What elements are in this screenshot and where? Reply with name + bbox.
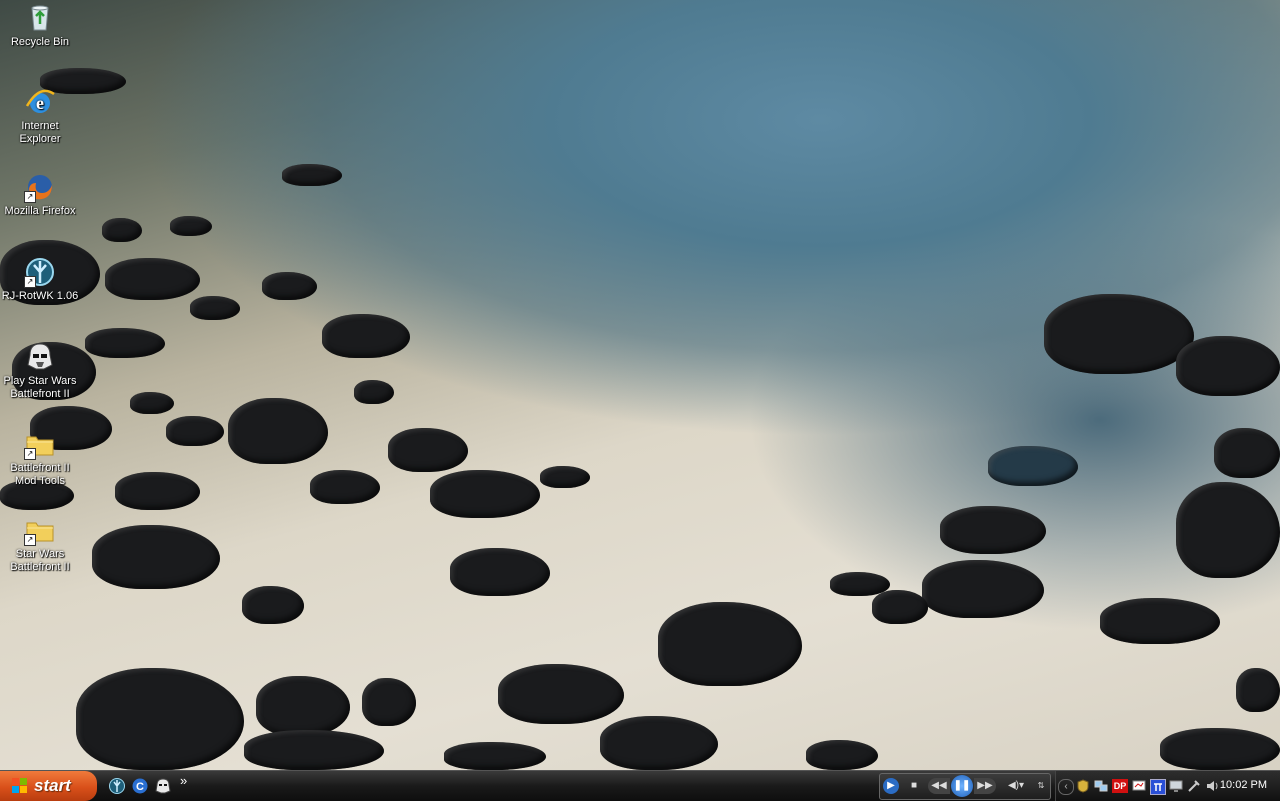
start-button[interactable]: start: [0, 771, 97, 801]
desktop-icon-recycle-bin[interactable]: Recycle Bin: [0, 2, 80, 49]
recycle-bin-icon: [24, 2, 56, 34]
desktop-icon-label: Mozilla Firefox: [4, 205, 76, 217]
shortcut-arrow-icon: ↗: [24, 534, 36, 546]
taskbar-clock[interactable]: 10:02 PM: [1220, 779, 1267, 791]
network-icon[interactable]: [1094, 779, 1108, 793]
desktop-icon-label: Recycle Bin: [10, 36, 70, 48]
volume-icon[interactable]: ◀)▾: [1002, 778, 1030, 794]
stormtrooper-quicklaunch-icon[interactable]: [154, 777, 172, 795]
wallpaper-rock: [540, 466, 590, 488]
wallpaper-rock: [115, 472, 200, 510]
shortcut-arrow-icon: ↗: [24, 276, 36, 288]
speaker-icon[interactable]: [1205, 779, 1219, 793]
tray-expand-icon[interactable]: ‹: [1058, 779, 1074, 795]
desktop-icon-rj-rotwk[interactable]: ↗ RJ-RotWK 1.06: [0, 256, 80, 303]
desktop-icon-mozilla-firefox[interactable]: ↗ Mozilla Firefox: [0, 171, 80, 218]
stop-icon[interactable]: ■: [907, 778, 921, 794]
taskbar[interactable]: start C » ▶ ■ ◀◀ ❚❚ ▶▶ ◀)▾ ⇅ ‹ DP 10:02 …: [0, 770, 1280, 801]
wallpaper-rock: [102, 218, 142, 242]
wallpaper-rock: [1236, 668, 1280, 712]
wallpaper-rock: [105, 258, 200, 300]
shortcut-arrow-icon: ↗: [24, 448, 36, 460]
wallpaper-rock: [130, 392, 174, 414]
folder-icon: ↗: [24, 514, 56, 546]
media-player-toolbar[interactable]: ▶ ■ ◀◀ ❚❚ ▶▶ ◀)▾ ⇅: [879, 773, 1051, 800]
wallpaper-rock: [170, 216, 212, 236]
wallpaper-rock: [85, 328, 165, 358]
stormtrooper-helmet-icon: [24, 341, 56, 373]
folder-icon: ↗: [24, 428, 56, 460]
wallpaper-rock: [940, 506, 1046, 554]
windows-logo-icon: [12, 778, 28, 794]
monitor-icon[interactable]: [1169, 779, 1183, 793]
wallpaper-rock: [388, 428, 468, 472]
wallpaper-rock: [922, 560, 1044, 618]
internet-explorer-icon: e: [24, 86, 56, 118]
desktop-icon-star-wars-battlefront-ii[interactable]: ↗ Star Wars Battlefront II: [0, 514, 80, 574]
previous-icon[interactable]: ◀◀: [928, 778, 950, 794]
shortcut-arrow-icon: ↗: [24, 191, 36, 203]
wallpaper-rock: [354, 380, 394, 404]
wallpaper-rock: [658, 602, 802, 686]
wallpaper-rock: [872, 590, 928, 624]
wallpaper-rock: [1176, 482, 1280, 578]
pause-icon[interactable]: ❚❚: [951, 775, 973, 797]
wallpaper-rock: [444, 742, 546, 770]
wallpaper-rock: [92, 525, 220, 589]
wallpaper-rock: [1214, 428, 1280, 478]
wallpaper-rock: [1044, 294, 1194, 374]
wallpaper-rock: [1176, 336, 1280, 396]
wallpaper-rock: [190, 296, 240, 320]
start-label: start: [34, 776, 71, 795]
quicklaunch-overflow-button[interactable]: »: [180, 773, 198, 791]
rotwk-game-icon: ↗: [24, 256, 56, 288]
wallpaper-rock: [310, 470, 380, 504]
play-icon[interactable]: ▶: [883, 778, 899, 794]
usb-icon[interactable]: [1187, 779, 1201, 793]
desktop-icon-label: RJ-RotWK 1.06: [1, 290, 79, 302]
security-icon[interactable]: [1076, 779, 1090, 793]
svg-text:e: e: [36, 93, 44, 113]
wallpaper-rock: [228, 398, 328, 464]
desktop-icon-label: Mod Tools: [15, 475, 65, 487]
desktop-icon-label: Battlefront II: [10, 462, 70, 474]
desktop-icon-label: Explorer: [19, 133, 61, 145]
desktop-icon-label: Battlefront II: [10, 561, 70, 573]
wallpaper-rock: [166, 416, 224, 446]
system-tray: ‹ DP 10:02 PM: [1055, 771, 1280, 801]
wallpaper-rock: [362, 678, 416, 726]
wallpaper-rock: [498, 664, 624, 724]
media-player-restore-icon[interactable]: ⇅: [1035, 778, 1047, 794]
wallpaper-rock: [988, 446, 1078, 486]
desktop-wallpaper[interactable]: Recycle Bin e Internet Explorer ↗ Mozill…: [0, 0, 1280, 770]
wallpaper-rock: [806, 740, 878, 770]
next-icon[interactable]: ▶▶: [974, 778, 996, 794]
wallpaper-rock: [430, 470, 540, 518]
desktop-icon-label: Play Star Wars: [3, 375, 77, 387]
rotwk-quicklaunch-icon[interactable]: [108, 777, 126, 795]
desktop-icon-internet-explorer[interactable]: e Internet Explorer: [0, 86, 80, 146]
wallpaper-rock: [244, 730, 384, 770]
dp-icon[interactable]: DP: [1112, 779, 1128, 793]
desktop-icon-play-star-wars-battlefront-ii[interactable]: Play Star Wars Battlefront II: [0, 341, 80, 401]
wallpaper-rock: [262, 272, 317, 300]
wallpaper-rock: [322, 314, 410, 358]
wallpaper-rock: [600, 716, 718, 770]
desktop-icon-label: Battlefront II: [10, 388, 70, 400]
svg-text:C: C: [136, 781, 144, 793]
wallpaper-rock: [256, 676, 350, 736]
desktop-icon-battlefront-ii-mod-tools[interactable]: ↗ Battlefront II Mod Tools: [0, 428, 80, 488]
wallpaper-rock: [76, 668, 244, 770]
wallpaper-rock: [450, 548, 550, 596]
nvidia-icon[interactable]: [1150, 779, 1166, 795]
display-icon[interactable]: [1132, 779, 1146, 793]
ccleaner-icon[interactable]: C: [131, 777, 149, 795]
wallpaper-rock: [1160, 728, 1280, 770]
wallpaper-rock: [1100, 598, 1220, 644]
wallpaper-rock: [282, 164, 342, 186]
desktop-icon-label: Internet: [21, 120, 59, 132]
firefox-icon: ↗: [24, 171, 56, 203]
desktop-icon-label: Star Wars: [15, 548, 65, 560]
wallpaper-rock: [242, 586, 304, 624]
